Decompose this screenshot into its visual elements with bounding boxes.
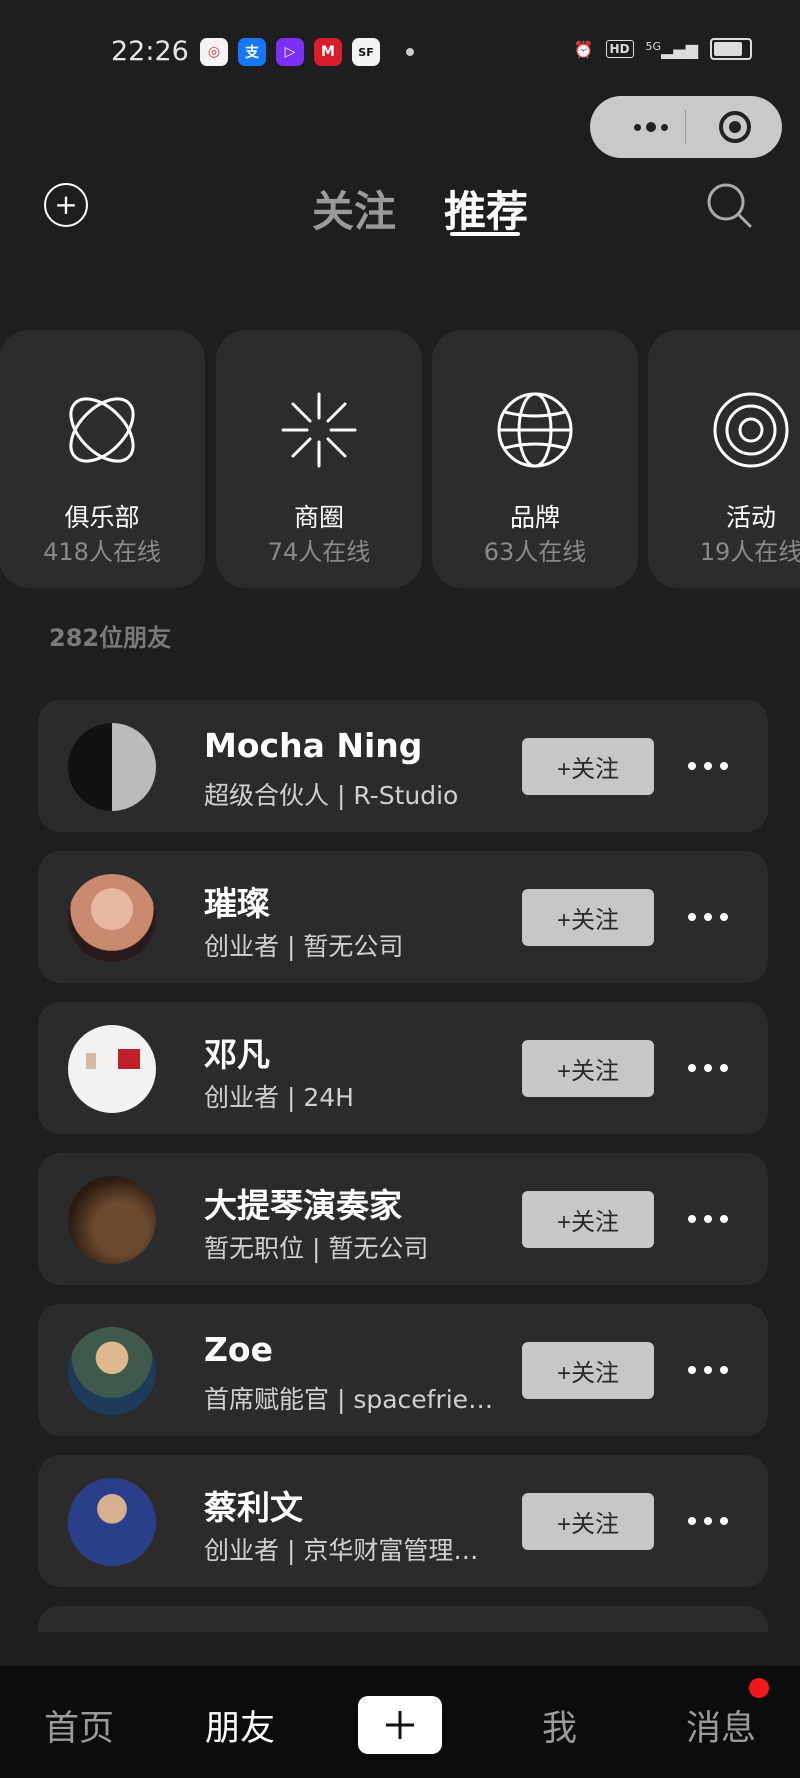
tab-recommend[interactable]: 推荐 — [444, 178, 528, 239]
bottom-nav: 首页 朋友 我 消息 — [0, 1666, 800, 1778]
system-icons: ⏰ HD 5G▂▄▆ — [574, 38, 752, 60]
more-options-icon[interactable] — [688, 751, 728, 781]
user-name: Mocha Ning — [204, 726, 423, 765]
user-title-company: 暂无职位 | 暂无公司 — [204, 1234, 429, 1263]
follow-button[interactable]: +关注 — [522, 1191, 654, 1248]
sf-express-icon: SF — [352, 38, 380, 66]
close-mini-program-icon[interactable] — [718, 110, 752, 144]
category-card-club[interactable]: 俱乐部 418人在线 — [0, 330, 205, 588]
category-card-business[interactable]: 商圈 74人在线 — [216, 330, 422, 588]
category-name: 俱乐部 — [64, 503, 140, 532]
category-online-count: 19人在线 — [699, 538, 800, 566]
capsule-divider — [685, 110, 686, 144]
globe-icon — [497, 392, 573, 468]
search-icon[interactable] — [706, 182, 752, 228]
list-item[interactable]: 璀璨 创业者 | 暂无公司 +关注 — [38, 851, 768, 983]
cmb-bank-icon: M — [314, 38, 342, 66]
plus-icon — [386, 1711, 414, 1739]
more-options-icon[interactable] — [688, 1506, 728, 1536]
signal-icon: 5G▂▄▆ — [645, 39, 698, 59]
status-bar: 22:26 ◎ 支 ▷ M SF ⏰ HD 5G▂▄▆ — [0, 0, 800, 100]
category-online-count: 418人在线 — [43, 538, 161, 566]
list-item-partial[interactable] — [38, 1606, 768, 1632]
more-options-icon[interactable] — [688, 1053, 728, 1083]
user-title-company: 首席赋能官 | spacefrie… — [204, 1385, 494, 1414]
more-options-icon[interactable] — [688, 1204, 728, 1234]
notification-app-icons: ◎ 支 ▷ M SF — [200, 38, 380, 66]
list-item[interactable]: 蔡利文 创业者 | 京华财富管理… +关注 — [38, 1455, 768, 1587]
more-options-icon[interactable] — [688, 1355, 728, 1385]
list-item[interactable]: 邓凡 创业者 | 24H +关注 — [38, 1002, 768, 1134]
nav-friends[interactable]: 朋友 — [205, 1700, 275, 1751]
alarm-icon: ⏰ — [573, 39, 594, 59]
menu-more-button[interactable] — [616, 96, 686, 158]
nav-messages[interactable]: 消息 — [686, 1700, 756, 1751]
category-card-brand[interactable]: 品牌 63人在线 — [432, 330, 638, 588]
follow-button[interactable]: +关注 — [522, 889, 654, 946]
status-time: 22:26 — [111, 36, 189, 67]
tab-follow[interactable]: 关注 — [312, 178, 396, 239]
user-name: 璀璨 — [204, 884, 270, 923]
nav-me[interactable]: 我 — [542, 1700, 577, 1751]
unread-badge — [749, 1678, 769, 1698]
category-name: 活动 — [725, 503, 776, 532]
category-carousel[interactable]: 俱乐部 418人在线 商圈 74人在线 品牌 63人在线 活动 19人在线 — [0, 330, 800, 590]
avatar[interactable] — [68, 723, 156, 811]
alipay-icon: 支 — [238, 38, 266, 66]
hd-icon: HD — [605, 40, 634, 58]
list-item[interactable]: Mocha Ning 超级合伙人 | R-Studio +关注 — [38, 700, 768, 832]
mini-program-capsule — [590, 96, 782, 158]
recommended-user-list[interactable]: Mocha Ning 超级合伙人 | R-Studio +关注 璀璨 创业者 |… — [38, 700, 768, 1632]
category-online-count: 63人在线 — [483, 538, 587, 566]
follow-button[interactable]: +关注 — [522, 1040, 654, 1097]
battery-icon — [710, 38, 752, 60]
category-name: 品牌 — [509, 503, 560, 532]
user-name: 邓凡 — [204, 1035, 270, 1074]
user-title-company: 超级合伙人 | R-Studio — [204, 781, 459, 810]
user-name: 蔡利文 — [204, 1488, 303, 1527]
friends-count: 282位朋友 — [49, 624, 172, 652]
orbit-icon — [69, 397, 135, 463]
user-title-company: 创业者 | 京华财富管理… — [204, 1536, 479, 1565]
list-item[interactable]: 大提琴演奏家 暂无职位 | 暂无公司 +关注 — [38, 1153, 768, 1285]
nav-home[interactable]: 首页 — [44, 1700, 114, 1751]
avatar[interactable] — [68, 1176, 156, 1264]
category-card-events[interactable]: 活动 19人在线 — [648, 330, 800, 588]
avatar[interactable] — [68, 874, 156, 962]
sparkle-icon — [281, 392, 357, 468]
user-name: Zoe — [204, 1330, 273, 1369]
avatar[interactable] — [68, 1327, 156, 1415]
network-type: 5G — [645, 39, 662, 53]
category-name: 商圈 — [293, 503, 344, 532]
avatar[interactable] — [68, 1025, 156, 1113]
add-icon[interactable]: + — [44, 183, 88, 227]
category-online-count: 74人在线 — [267, 538, 371, 566]
more-notifications-dot — [406, 48, 414, 56]
target-icon — [713, 392, 789, 468]
list-item[interactable]: Zoe 首席赋能官 | spacefrie… +关注 — [38, 1304, 768, 1436]
follow-button[interactable]: +关注 — [522, 738, 654, 795]
video-app-icon: ▷ — [276, 38, 304, 66]
app-icon-1: ◎ — [200, 38, 228, 66]
avatar[interactable] — [68, 1478, 156, 1566]
active-tab-indicator — [450, 232, 520, 236]
follow-button[interactable]: +关注 — [522, 1342, 654, 1399]
user-name: 大提琴演奏家 — [204, 1186, 402, 1225]
create-post-button[interactable] — [358, 1696, 442, 1754]
user-title-company: 创业者 | 暂无公司 — [204, 932, 404, 961]
more-options-icon[interactable] — [688, 902, 728, 932]
user-title-company: 创业者 | 24H — [204, 1083, 354, 1112]
follow-button[interactable]: +关注 — [522, 1493, 654, 1550]
